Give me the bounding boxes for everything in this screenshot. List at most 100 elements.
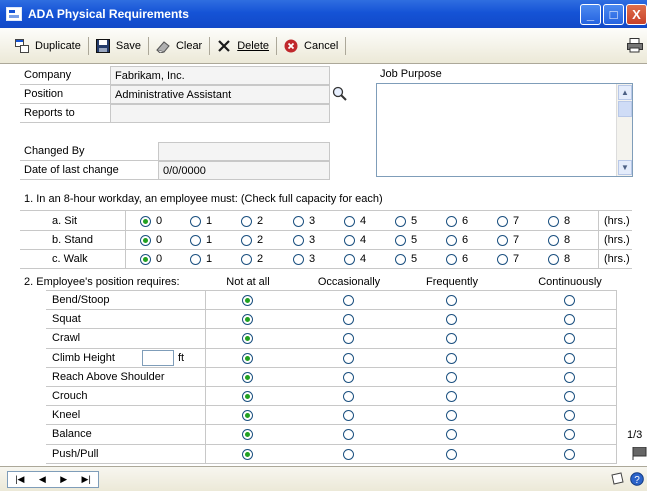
hours-radio[interactable] xyxy=(446,254,457,265)
frequency-radio[interactable] xyxy=(242,410,253,421)
resize-handle-icon[interactable] xyxy=(632,446,647,461)
frequency-radio[interactable] xyxy=(564,372,575,383)
hours-radio[interactable] xyxy=(140,254,151,265)
hours-radio[interactable] xyxy=(140,235,151,246)
frequency-radio[interactable] xyxy=(446,391,457,402)
hours-radio[interactable] xyxy=(293,216,304,227)
requirement-row-label: Bend/Stoop xyxy=(52,294,110,306)
grid-line xyxy=(125,210,126,268)
duplicate-button[interactable]: Duplicate xyxy=(8,35,88,57)
hours-radio[interactable] xyxy=(395,254,406,265)
frequency-radio[interactable] xyxy=(343,314,354,325)
grid-line xyxy=(20,268,632,269)
frequency-radio[interactable] xyxy=(242,449,253,460)
frequency-radio[interactable] xyxy=(564,410,575,421)
hours-radio[interactable] xyxy=(548,216,559,227)
frequency-radio[interactable] xyxy=(446,333,457,344)
close-button[interactable]: X xyxy=(626,4,647,25)
frequency-radio[interactable] xyxy=(446,410,457,421)
frequency-radio[interactable] xyxy=(242,391,253,402)
position-field[interactable]: Administrative Assistant xyxy=(110,85,330,104)
frequency-radio[interactable] xyxy=(564,449,575,460)
frequency-radio[interactable] xyxy=(446,295,457,306)
frequency-radio[interactable] xyxy=(343,410,354,421)
scroll-down-icon[interactable]: ▼ xyxy=(618,160,632,175)
hours-radio[interactable] xyxy=(548,235,559,246)
frequency-radio[interactable] xyxy=(446,449,457,460)
note-icon[interactable] xyxy=(610,472,624,489)
frequency-radio[interactable] xyxy=(564,391,575,402)
frequency-radio[interactable] xyxy=(564,333,575,344)
hours-radio[interactable] xyxy=(497,216,508,227)
job-purpose-scrollbar[interactable]: ▲ ▼ xyxy=(616,84,632,176)
frequency-radio[interactable] xyxy=(564,429,575,440)
hours-option-label: 6 xyxy=(462,215,469,227)
last-record-icon[interactable]: ▶| xyxy=(82,474,91,485)
reports-to-field[interactable] xyxy=(110,104,330,123)
frequency-radio[interactable] xyxy=(564,314,575,325)
frequency-radio[interactable] xyxy=(242,429,253,440)
hours-radio[interactable] xyxy=(293,235,304,246)
eraser-icon xyxy=(156,39,170,54)
first-record-icon[interactable]: |◀ xyxy=(15,474,24,485)
previous-record-icon[interactable]: ◀ xyxy=(39,474,46,485)
grid-line xyxy=(46,328,616,329)
company-field[interactable]: Fabrikam, Inc. xyxy=(110,66,330,85)
hours-radio[interactable] xyxy=(190,216,201,227)
hours-radio[interactable] xyxy=(190,235,201,246)
window-icon xyxy=(6,7,22,21)
hours-radio[interactable] xyxy=(446,235,457,246)
hours-radio[interactable] xyxy=(241,254,252,265)
hours-option-label: 7 xyxy=(513,234,520,246)
scroll-thumb[interactable] xyxy=(618,101,632,117)
hours-radio[interactable] xyxy=(344,216,355,227)
hours-radio[interactable] xyxy=(395,235,406,246)
frequency-radio[interactable] xyxy=(446,353,457,364)
hours-radio[interactable] xyxy=(446,216,457,227)
frequency-radio[interactable] xyxy=(343,353,354,364)
frequency-radio[interactable] xyxy=(242,372,253,383)
frequency-radio[interactable] xyxy=(343,333,354,344)
hours-radio[interactable] xyxy=(241,216,252,227)
frequency-radio[interactable] xyxy=(446,372,457,383)
hours-radio[interactable] xyxy=(190,254,201,265)
hours-option-label: 2 xyxy=(257,234,264,246)
frequency-radio[interactable] xyxy=(242,333,253,344)
hours-radio[interactable] xyxy=(344,235,355,246)
minimize-button[interactable]: _ xyxy=(580,4,601,25)
climb-height-input[interactable] xyxy=(142,350,174,366)
hours-option-label: 5 xyxy=(411,234,418,246)
frequency-radio[interactable] xyxy=(343,429,354,440)
delete-button[interactable]: Delete xyxy=(210,35,276,57)
frequency-radio[interactable] xyxy=(343,391,354,402)
hours-radio[interactable] xyxy=(293,254,304,265)
hours-radio[interactable] xyxy=(140,216,151,227)
save-button[interactable]: Save xyxy=(89,35,148,57)
hours-radio[interactable] xyxy=(497,235,508,246)
frequency-radio[interactable] xyxy=(343,372,354,383)
hours-radio[interactable] xyxy=(395,216,406,227)
lookup-icon[interactable] xyxy=(332,86,348,105)
date-of-last-change-label: Date of last change xyxy=(20,161,158,180)
frequency-radio[interactable] xyxy=(446,314,457,325)
scroll-up-icon[interactable]: ▲ xyxy=(618,85,632,100)
frequency-radio[interactable] xyxy=(564,295,575,306)
maximize-button[interactable]: □ xyxy=(603,4,624,25)
frequency-radio[interactable] xyxy=(343,295,354,306)
hours-radio[interactable] xyxy=(344,254,355,265)
cancel-button[interactable]: Cancel xyxy=(277,35,345,57)
clear-button[interactable]: Clear xyxy=(149,35,209,57)
hours-radio[interactable] xyxy=(548,254,559,265)
hours-radio[interactable] xyxy=(497,254,508,265)
frequency-radio[interactable] xyxy=(564,353,575,364)
printer-icon[interactable] xyxy=(627,38,643,56)
hours-radio[interactable] xyxy=(241,235,252,246)
frequency-radio[interactable] xyxy=(343,449,354,460)
frequency-radio[interactable] xyxy=(446,429,457,440)
job-purpose-textarea[interactable]: ▲ ▼ xyxy=(376,83,633,177)
frequency-radio[interactable] xyxy=(242,353,253,364)
frequency-radio[interactable] xyxy=(242,314,253,325)
frequency-radio[interactable] xyxy=(242,295,253,306)
next-record-icon[interactable]: ▶ xyxy=(60,474,67,485)
help-icon[interactable]: ? xyxy=(630,472,644,489)
